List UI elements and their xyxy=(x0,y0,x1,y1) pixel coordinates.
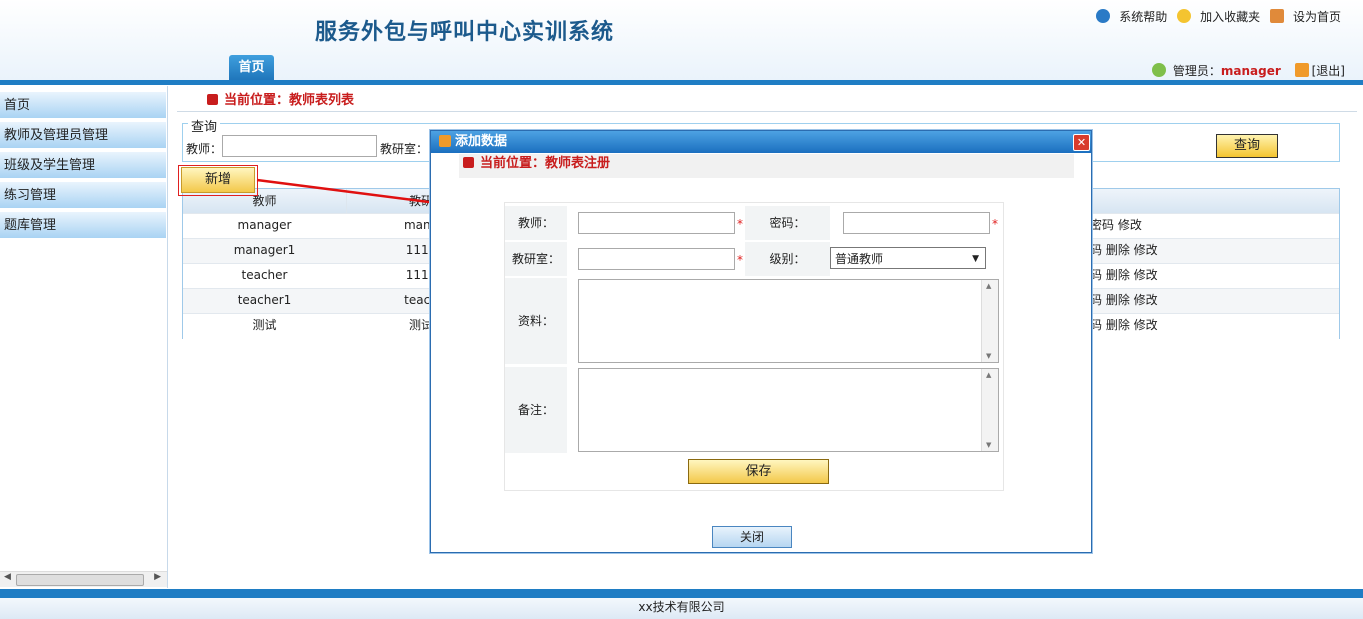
cell-teacher: 测试 xyxy=(252,318,277,332)
arrow-icon xyxy=(463,157,474,168)
breadcrumb-divider xyxy=(177,111,1357,112)
user-icon xyxy=(1152,63,1167,77)
level-label: 级别： xyxy=(745,242,830,276)
dialog-titlebar[interactable]: 添加数据 xyxy=(431,131,1091,153)
teacher-filter-input[interactable] xyxy=(222,135,377,157)
tab-home[interactable]: 首页 xyxy=(229,55,274,80)
row-actions[interactable]: 码 删除 修改 xyxy=(1090,288,1158,313)
user-label: 管理员： xyxy=(1172,64,1221,78)
dialog-breadcrumb-text: 当前位置：教师表注册 xyxy=(480,156,611,171)
help-link[interactable]: 系统帮助 xyxy=(1119,10,1167,24)
row-actions[interactable]: 码 删除 修改 xyxy=(1090,238,1158,263)
top-links: 系统帮助 加入收藏夹 设为首页 xyxy=(1096,8,1341,25)
user-name: manager xyxy=(1220,64,1281,78)
password-input[interactable] xyxy=(843,212,990,234)
row-actions[interactable]: 密码 修改 xyxy=(1090,213,1142,238)
row-actions[interactable]: 码 删除 修改 xyxy=(1090,263,1158,288)
add-data-dialog: 添加数据 ✕ 当前位置：教师表注册 教师： * 密码： * 教研室： * 级别：… xyxy=(430,130,1092,553)
sidebar-scrollbar[interactable]: ◀ ▶ xyxy=(0,571,167,587)
logout-link[interactable]: [退出] xyxy=(1312,64,1345,78)
cell-teacher: teacher xyxy=(241,268,288,282)
sidebar-item-question-bank[interactable]: 题库管理 xyxy=(0,212,166,240)
teacher-filter-label: 教师： xyxy=(186,142,223,156)
sidebar: 首页 教师及管理员管理 班级及学生管理 练习管理 题库管理 xyxy=(0,86,168,588)
dept-input[interactable] xyxy=(578,248,735,270)
remark-textarea[interactable] xyxy=(578,368,999,452)
level-select-value: 普通教师 xyxy=(835,252,884,266)
logout-icon xyxy=(1294,63,1309,77)
password-label: 密码： xyxy=(745,206,830,240)
dept-required-mark: * xyxy=(737,253,743,267)
teacher-form: 教师： * 密码： * 教研室： * 级别： 资料： 备注： xyxy=(504,202,1004,491)
info-label: 资料： xyxy=(505,278,567,364)
info-textarea[interactable] xyxy=(578,279,999,363)
favorite-link[interactable]: 加入收藏夹 xyxy=(1200,10,1260,24)
dropdown-arrow-icon: ▼ xyxy=(972,254,979,264)
info-scrollbar[interactable] xyxy=(981,280,998,362)
save-button[interactable]: 保存 xyxy=(688,459,829,484)
dialog-close-icon[interactable]: ✕ xyxy=(1073,134,1090,151)
remark-scrollbar[interactable] xyxy=(981,369,998,451)
new-button-highlight xyxy=(178,165,258,196)
teacher-required-mark: * xyxy=(737,217,743,231)
footer-bar xyxy=(0,589,1363,598)
home-icon xyxy=(1269,9,1284,23)
app-title: 服务外包与呼叫中心实训系统 xyxy=(315,20,615,45)
scroll-left-icon[interactable]: ◀ xyxy=(4,572,11,582)
row-actions[interactable]: 码 删除 修改 xyxy=(1090,313,1158,338)
user-area: 管理员：manager [退出] xyxy=(1152,62,1345,79)
sidebar-item-teacher-admin[interactable]: 教师及管理员管理 xyxy=(0,122,166,150)
dept-filter-label: 教研室： xyxy=(380,142,429,156)
star-icon xyxy=(1177,9,1192,23)
query-legend: 查询 xyxy=(188,116,221,135)
cell-teacher: teacher1 xyxy=(237,293,292,307)
arrow-icon xyxy=(207,94,218,105)
breadcrumb-text: 当前位置：教师表列表 xyxy=(224,93,355,108)
dept-label: 教研室： xyxy=(505,242,567,276)
set-homepage-link[interactable]: 设为首页 xyxy=(1293,10,1341,24)
close-button[interactable]: 关闭 xyxy=(712,526,792,548)
footer: xx技术有限公司 xyxy=(0,598,1363,619)
password-required-mark: * xyxy=(992,217,998,231)
rss-icon xyxy=(439,135,451,147)
query-button[interactable]: 查询 xyxy=(1216,134,1278,158)
help-icon xyxy=(1096,9,1111,23)
sidebar-item-class-student[interactable]: 班级及学生管理 xyxy=(0,152,166,180)
scroll-thumb[interactable] xyxy=(16,574,144,586)
sidebar-item-practice[interactable]: 练习管理 xyxy=(0,182,166,210)
sidebar-item-home[interactable]: 首页 xyxy=(0,92,166,120)
teacher-input[interactable] xyxy=(578,212,735,234)
header-divider xyxy=(0,80,1363,85)
dialog-title: 添加数据 xyxy=(455,134,508,149)
teacher-label: 教师： xyxy=(505,206,567,240)
dialog-breadcrumb: 当前位置：教师表注册 xyxy=(459,154,1074,178)
cell-teacher: manager1 xyxy=(233,243,296,257)
scroll-right-icon[interactable]: ▶ xyxy=(154,572,161,582)
breadcrumb: 当前位置：教师表列表 xyxy=(207,89,354,108)
level-select[interactable]: 普通教师 ▼ xyxy=(830,247,986,269)
remark-label: 备注： xyxy=(505,367,567,453)
